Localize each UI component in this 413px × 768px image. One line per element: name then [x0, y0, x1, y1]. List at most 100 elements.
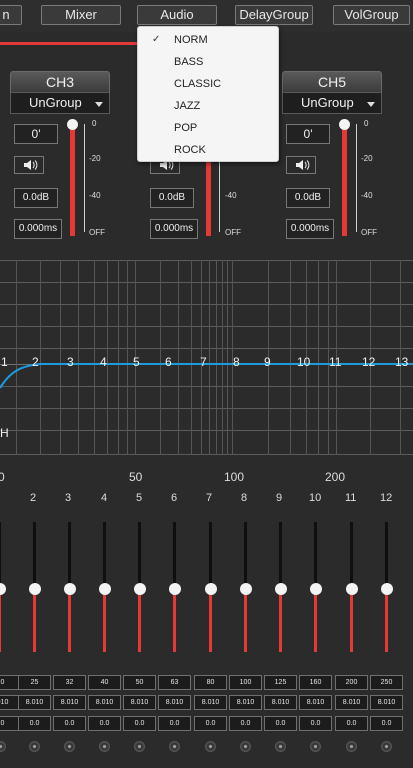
band-gain-field[interactable]: 0.0: [194, 716, 227, 731]
group-select-ch5[interactable]: UnGroup: [282, 92, 382, 114]
band-marker-9[interactable]: 9: [264, 355, 271, 369]
band-gain-field[interactable]: 0.0: [264, 716, 297, 731]
menu-item-jazz[interactable]: JAZZ: [138, 95, 278, 117]
freq-field[interactable]: 80: [194, 675, 227, 690]
band-marker-13[interactable]: 13: [395, 355, 408, 369]
eq-fader-knob[interactable]: [240, 583, 252, 595]
eq-fader-knob[interactable]: [99, 583, 111, 595]
q-field[interactable]: 8.010: [18, 695, 51, 710]
band-marker-5[interactable]: 5: [133, 355, 140, 369]
freq-field[interactable]: 0: [0, 675, 19, 690]
q-field[interactable]: 8.010: [335, 695, 368, 710]
band-knob[interactable]: [381, 741, 392, 752]
band-marker-11[interactable]: 11: [329, 355, 341, 369]
band-knob[interactable]: [240, 741, 251, 752]
eq-fader-knob[interactable]: [0, 583, 6, 595]
mute-button-ch5[interactable]: [286, 156, 316, 174]
gain-field-ch5[interactable]: 0.0dB: [286, 188, 330, 208]
tab-volgroup[interactable]: VolGroup: [333, 5, 410, 25]
band-knob[interactable]: [64, 741, 75, 752]
band-marker-1[interactable]: 1: [1, 355, 8, 369]
q-field[interactable]: 8.010: [229, 695, 262, 710]
band-gain-field[interactable]: 0.0: [88, 716, 121, 731]
band-gain-field[interactable]: 0.0: [18, 716, 51, 731]
band-marker-10[interactable]: 10: [297, 355, 310, 369]
freq-field[interactable]: 100: [229, 675, 262, 690]
band-knob[interactable]: [346, 741, 357, 752]
band-knob[interactable]: [99, 741, 110, 752]
band-gain-field[interactable]: 0.0: [299, 716, 332, 731]
band-marker-3[interactable]: 3: [67, 355, 74, 369]
band-gain-field[interactable]: 0.0: [370, 716, 403, 731]
eq-fader-knob[interactable]: [29, 583, 41, 595]
eq-fader-level: [209, 589, 212, 652]
band-gain-field[interactable]: 0.0: [123, 716, 156, 731]
q-field[interactable]: 8.010: [158, 695, 191, 710]
speaker-icon: [296, 160, 310, 170]
band-knob[interactable]: [205, 741, 216, 752]
tab-audio[interactable]: Audio: [137, 5, 217, 25]
band-knob[interactable]: [0, 741, 6, 752]
gain-field-ch4[interactable]: 0.0dB: [150, 188, 194, 208]
q-field[interactable]: 8.010: [53, 695, 86, 710]
freq-field[interactable]: 50: [123, 675, 156, 690]
q-field[interactable]: 8.010: [194, 695, 227, 710]
eq-fader-knob[interactable]: [64, 583, 76, 595]
q-field[interactable]: 8.010: [88, 695, 121, 710]
band-knob[interactable]: [134, 741, 145, 752]
tab-mixer[interactable]: Mixer: [41, 5, 121, 25]
eq-fader-knob[interactable]: [346, 583, 358, 595]
delay-field-ch5[interactable]: 0.000ms: [286, 219, 334, 239]
level-fader-knob-ch3[interactable]: [67, 119, 78, 130]
menu-item-bass[interactable]: BASS: [138, 51, 278, 73]
group-select-ch3[interactable]: UnGroup: [10, 92, 110, 114]
band-gain-field[interactable]: 0: [0, 716, 19, 731]
gain-field-ch3[interactable]: 0.0dB: [14, 188, 58, 208]
band-marker-12[interactable]: 12: [362, 355, 375, 369]
phase-button-ch5[interactable]: 0': [286, 124, 330, 144]
band-gain-field[interactable]: 0.0: [53, 716, 86, 731]
level-fader-knob-ch5[interactable]: [339, 119, 350, 130]
eq-fader-knob[interactable]: [275, 583, 287, 595]
eq-fader-knob[interactable]: [205, 583, 217, 595]
freq-field[interactable]: 25: [18, 675, 51, 690]
tab-delaygroup[interactable]: DelayGroup: [235, 5, 313, 25]
band-marker-2[interactable]: 2: [32, 355, 39, 369]
eq-fader-knob[interactable]: [134, 583, 146, 595]
phase-button-ch3[interactable]: 0': [14, 124, 58, 144]
band-marker-7[interactable]: 7: [200, 355, 207, 369]
delay-field-ch3[interactable]: 0.000ms: [14, 219, 62, 239]
band-marker-6[interactable]: 6: [165, 355, 172, 369]
q-field[interactable]: 010: [0, 695, 19, 710]
freq-field[interactable]: 40: [88, 675, 121, 690]
band-knob[interactable]: [275, 741, 286, 752]
band-gain-field[interactable]: 0.0: [229, 716, 262, 731]
menu-item-norm[interactable]: ✓ NORM: [138, 29, 278, 51]
band-knob[interactable]: [29, 741, 40, 752]
freq-field[interactable]: 200: [335, 675, 368, 690]
menu-item-classic[interactable]: CLASSIC: [138, 73, 278, 95]
band-marker-4[interactable]: 4: [100, 355, 107, 369]
freq-field[interactable]: 32: [53, 675, 86, 690]
freq-field[interactable]: 125: [264, 675, 297, 690]
band-knob[interactable]: [169, 741, 180, 752]
menu-item-pop[interactable]: POP: [138, 117, 278, 139]
band-gain-field[interactable]: 0.0: [158, 716, 191, 731]
q-field[interactable]: 8.010: [370, 695, 403, 710]
tab-partial[interactable]: n: [0, 5, 22, 25]
band-gain-field[interactable]: 0.0: [335, 716, 368, 731]
menu-item-rock[interactable]: ROCK: [138, 139, 278, 161]
q-field[interactable]: 8.010: [299, 695, 332, 710]
freq-field[interactable]: 63: [158, 675, 191, 690]
freq-field[interactable]: 250: [370, 675, 403, 690]
eq-fader-knob[interactable]: [310, 583, 322, 595]
band-marker-8[interactable]: 8: [233, 355, 240, 369]
q-field[interactable]: 8.010: [123, 695, 156, 710]
band-knob[interactable]: [310, 741, 321, 752]
freq-field[interactable]: 160: [299, 675, 332, 690]
mute-button-ch3[interactable]: [14, 156, 44, 174]
eq-fader-knob[interactable]: [381, 583, 393, 595]
eq-fader-knob[interactable]: [169, 583, 181, 595]
delay-field-ch4[interactable]: 0.000ms: [150, 219, 198, 239]
q-field[interactable]: 8.010: [264, 695, 297, 710]
